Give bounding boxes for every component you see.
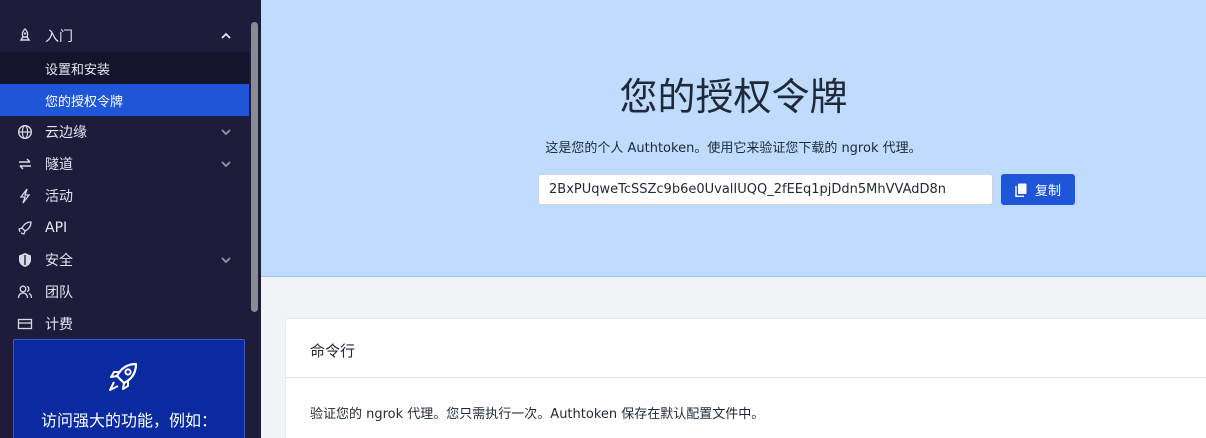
sidebar-item-security[interactable]: 安全 xyxy=(0,244,249,276)
sidebar-subitem-setup[interactable]: 设置和安装 xyxy=(0,52,249,84)
page-title: 您的授权令牌 xyxy=(619,75,848,119)
chevron-down-icon xyxy=(221,257,231,264)
sidebar-subitem-authtoken[interactable]: 您的授权令牌 xyxy=(0,84,249,116)
sidebar-nav: 入门 设置和安装 您的授权令牌 云边缘 隧道 活动 API 安全 团队 计费 xyxy=(0,20,249,340)
sidebar-item-cloud-edge[interactable]: 云边缘 xyxy=(0,116,249,148)
sidebar-scrollbar[interactable] xyxy=(251,22,258,312)
promo-text: 访问强大的功能，例如： xyxy=(40,411,217,430)
sidebar-item-api[interactable]: API xyxy=(0,212,249,244)
sidebar-item-team[interactable]: 团队 xyxy=(0,276,249,308)
sidebar-item-label: API xyxy=(45,220,68,236)
sidebar-item-label: 计费 xyxy=(45,317,73,333)
sidebar-item-label: 活动 xyxy=(45,189,73,205)
rocket-icon xyxy=(16,27,34,45)
sidebar-item-label: 入门 xyxy=(45,29,73,45)
sidebar-item-label: 隧道 xyxy=(45,157,73,173)
card-icon xyxy=(16,315,34,333)
chevron-up-icon xyxy=(221,32,231,39)
sidebar-item-tunnels[interactable]: 隧道 xyxy=(0,148,249,180)
sidebar-item-activity[interactable]: 活动 xyxy=(0,180,249,212)
sidebar-item-getting-started[interactable]: 入门 xyxy=(0,20,249,52)
lightning-icon xyxy=(16,187,34,205)
copy-button[interactable]: 复制 xyxy=(1001,174,1075,205)
upgrade-promo: 访问强大的功能，例如： xyxy=(13,339,245,438)
card-title: 命令行 xyxy=(310,342,356,360)
chevron-down-icon xyxy=(221,129,231,136)
sidebar-item-billing[interactable]: 计费 xyxy=(0,308,249,340)
chevron-down-icon xyxy=(221,161,231,168)
arrows-icon xyxy=(16,155,34,173)
copy-button-label: 复制 xyxy=(1034,184,1061,199)
command-line-card: 命令行 验证您的 ngrok 代理。您只需执行一次。Authtoken 保存在默… xyxy=(285,318,1206,438)
page-description: 这是您的个人 Authtoken。使用它来验证您下载的 ngrok 代理。 xyxy=(545,141,922,156)
authtoken-field[interactable]: 2BxPUqweTcSSZc9b6e0UvalIUQQ_2fEEq1pjDdn5… xyxy=(538,174,993,205)
globe-icon xyxy=(16,123,34,141)
authtoken-hero: 您的授权令牌 这是您的个人 Authtoken。使用它来验证您下载的 ngrok… xyxy=(261,0,1206,277)
sidebar-item-label: 安全 xyxy=(45,253,73,269)
rocket-small-icon xyxy=(16,219,34,237)
copy-icon xyxy=(1015,183,1027,197)
divider xyxy=(286,377,1206,378)
sidebar-item-label: 云边缘 xyxy=(45,125,87,141)
sidebar-item-label: 团队 xyxy=(45,285,73,301)
sidebar: 入门 设置和安装 您的授权令牌 云边缘 隧道 活动 API 安全 团队 计费 访… xyxy=(0,0,261,438)
card-description: 验证您的 ngrok 代理。您只需执行一次。Authtoken 保存在默认配置文… xyxy=(310,407,765,422)
users-icon xyxy=(16,283,34,301)
shield-icon xyxy=(16,251,34,269)
rocket-icon xyxy=(106,360,140,398)
